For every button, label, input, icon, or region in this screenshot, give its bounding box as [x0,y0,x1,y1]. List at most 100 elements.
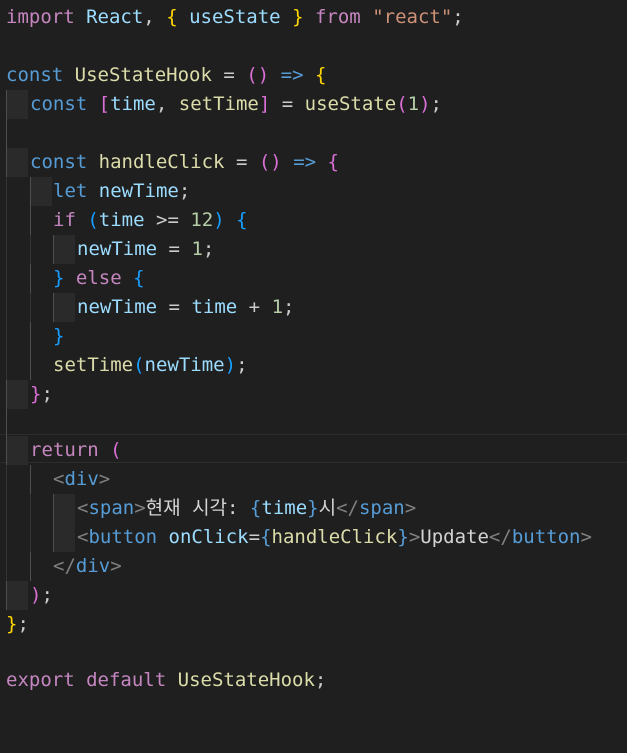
jsx-gt: > [110,555,122,577]
indent-guide [6,436,7,465]
code-line-10[interactable]: } else { [0,264,627,293]
keyword-const: const [6,64,64,86]
indent-guide [30,523,31,552]
indent-guide [6,206,7,235]
call-usestate: useState [304,93,397,115]
jsx-gt: > [408,526,421,548]
operator-eq: = [235,151,248,173]
code-line-11[interactable]: newTime = time + 1; [0,293,627,322]
indent-guide [30,206,31,235]
jsx-text: 현재 시각: [145,497,250,519]
code-line-4[interactable]: const [time, setTime] = useState(1); [0,90,627,119]
identifier-handleclick: handleClick [98,151,225,173]
keyword-else: else [75,267,122,289]
code-editor[interactable]: import React, { useState } from "react";… [0,0,627,711]
indent-guide [30,351,31,380]
indent-fill [6,380,28,409]
code-line-22[interactable]: }; [0,610,627,639]
keyword-let: let [53,180,88,202]
code-line-15[interactable] [0,409,627,438]
brace-close: } [6,613,18,635]
indent-guide [53,494,54,523]
paren-close: ) [419,93,431,115]
paren-close: ) [213,209,225,231]
indent-guide [30,465,31,494]
jsx-expr-close: } [307,497,319,519]
jsx-tag-div: div [64,468,99,490]
indent-guide [6,409,7,438]
indent-guide [30,264,31,293]
code-line-5[interactable] [0,119,627,148]
identifier-time: time [261,497,308,519]
operator-plus: + [248,296,261,318]
code-line-6[interactable]: const handleClick = () => { [0,148,627,177]
punct-semi: ; [283,296,295,318]
indent-fill [30,177,52,206]
identifier-newtime: newTime [144,354,225,376]
indent-guide [6,465,7,494]
jsx-gt: > [98,468,111,490]
punct-semi: ; [452,6,464,28]
keyword-from: from [314,6,361,28]
code-line-18[interactable]: <span>현재 시각: {time}시</span> [0,494,627,523]
indent-guide [6,351,7,380]
code-line-1[interactable]: import React, { useState } from "react"; [0,3,627,32]
jsx-gt: > [134,497,146,519]
jsx-tag-div: div [75,555,111,577]
jsx-gt: > [404,497,417,519]
paren-open: ( [110,439,122,461]
indent-guide [30,322,31,351]
code-line-9[interactable]: newTime = 1; [0,235,627,264]
code-line-13[interactable]: setTime(newTime); [0,351,627,380]
operator-eq: = [168,296,180,318]
punct-semi: ; [430,93,442,115]
jsx-attr-onclick: onClick [168,526,249,548]
code-line-17[interactable]: <div> [0,465,627,494]
code-line-14[interactable]: }; [0,380,627,409]
code-line-8[interactable]: if (time >= 12) { [0,206,627,235]
operator-gte: >= [156,209,179,231]
indent-fill [53,494,75,523]
indent-guide [6,264,7,293]
punct-comma: , [155,93,168,115]
identifier-newtime: newTime [98,180,179,202]
identifier-time: time [110,93,156,115]
indent-guide [53,235,54,264]
identifier-usestate: useState [189,6,281,28]
number-literal: 1 [271,296,284,318]
indent-guide [6,322,7,351]
indent-guide [30,177,31,206]
code-line-20[interactable]: </div> [0,552,627,581]
punct-comma: , [143,6,155,28]
jsx-lt: < [77,526,89,548]
brace-open: { [314,64,327,86]
identifier-newtime: newTime [77,238,158,260]
brace-close: } [53,267,65,289]
punct-semi: ; [202,238,215,260]
indent-guide [30,235,31,264]
indent-guide [6,523,7,552]
code-line-21[interactable]: ); [0,581,627,610]
punct-semi: ; [314,669,327,691]
indent-guide [6,293,7,322]
indent-guide [6,380,7,409]
jsx-expr-close: } [397,526,409,548]
identifier-component: UseStateHook [74,64,212,86]
brace-close: } [30,383,42,405]
number-literal: 1 [191,238,203,260]
code-line-19[interactable]: <button onClick={handleClick}>Update</bu… [0,523,627,552]
paren-open: ( [87,209,99,231]
code-line-24[interactable]: export default UseStateHook; [0,666,627,695]
paren-close: ) [224,354,237,376]
jsx-expr-open: { [260,526,272,548]
code-line-12[interactable]: } [0,322,627,351]
operator-arrow: => [293,151,317,173]
punct-semi: ; [41,584,53,606]
paren-pair: () [246,64,270,86]
punct-semi: ; [17,613,29,635]
code-line-16[interactable]: return ( [0,436,627,465]
code-line-3[interactable]: const UseStateHook = () => { [0,61,627,90]
code-line-7[interactable]: let newTime; [0,177,627,206]
brace-close: } [53,325,65,347]
keyword-const: const [30,93,88,115]
